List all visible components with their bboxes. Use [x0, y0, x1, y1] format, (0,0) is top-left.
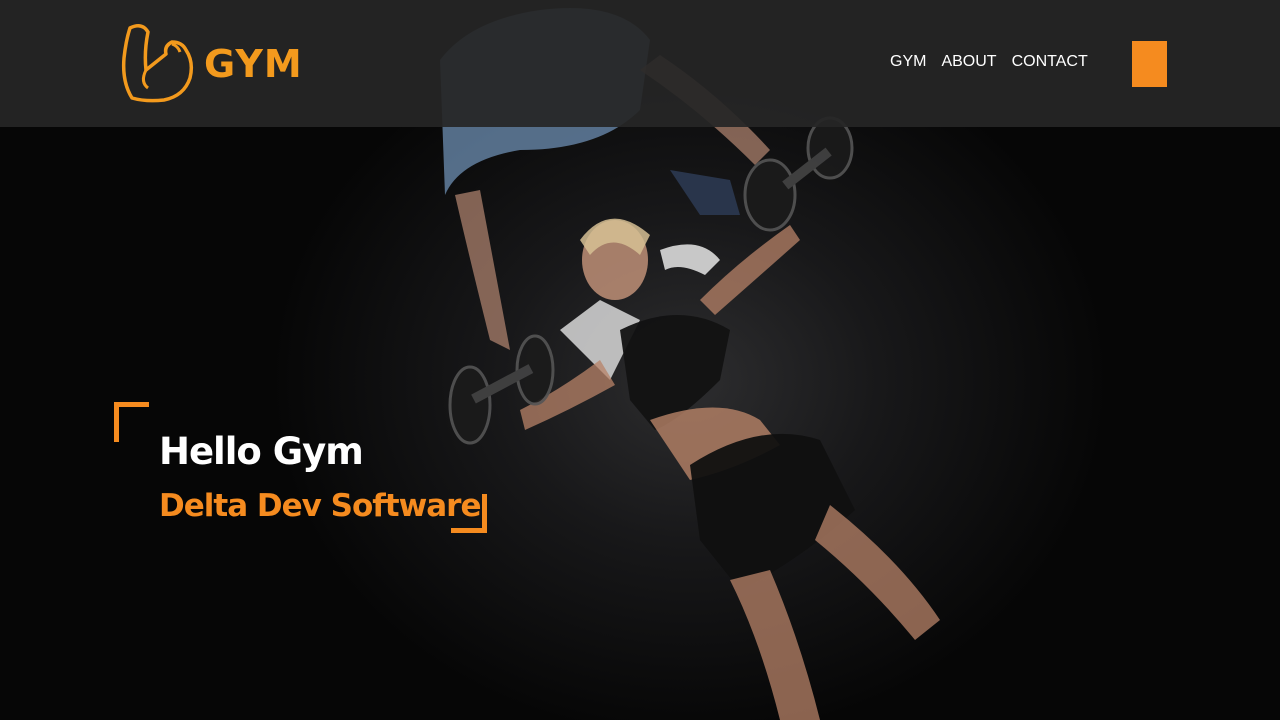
logo[interactable]: GYM — [120, 22, 310, 106]
nav-item-about[interactable]: ABOUT — [941, 53, 996, 71]
logo-text: GYM — [204, 42, 303, 86]
page: GYM GYM ABOUT CONTACT Hello Gym Delta De… — [0, 0, 1280, 720]
hero-text-block: Hello Gym Delta Dev Software — [114, 402, 494, 537]
nav-item-contact[interactable]: CONTACT — [1012, 53, 1088, 71]
bench-head — [660, 244, 720, 275]
woman-arm-right — [700, 225, 800, 315]
hero-subtitle: Delta Dev Software — [159, 488, 481, 524]
dumbbell-right — [743, 116, 854, 232]
nav-item-gym[interactable]: GYM — [890, 53, 926, 71]
trainer-shoe — [670, 170, 740, 215]
corner-bracket-bottom-right — [451, 494, 487, 533]
menu-button[interactable] — [1132, 41, 1167, 87]
flexed-arm-icon — [121, 24, 194, 103]
trainer-arm-left — [455, 190, 510, 350]
site-header: GYM GYM ABOUT CONTACT — [0, 0, 1280, 127]
woman-leg-right — [815, 505, 940, 640]
hero-title: Hello Gym — [159, 430, 364, 473]
main-nav: GYM ABOUT CONTACT — [890, 53, 1088, 71]
corner-bracket-top-left — [114, 402, 149, 442]
woman-leg-left — [730, 570, 820, 720]
